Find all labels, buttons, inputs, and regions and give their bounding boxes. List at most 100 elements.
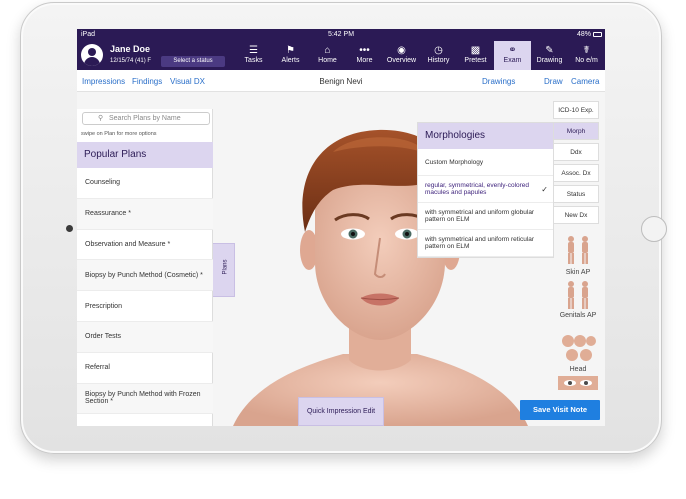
- list-item[interactable]: Reassurance *: [77, 198, 213, 230]
- patient-name: Jane Doe: [110, 44, 151, 54]
- home-icon: ⌂: [324, 45, 331, 56]
- list-item[interactable]: Counseling: [77, 168, 213, 199]
- eyes-icon: [558, 376, 598, 390]
- body-figure-icon: [568, 236, 588, 264]
- status-select[interactable]: Select a status: [161, 56, 225, 67]
- skin-ap-thumbnail[interactable]: [558, 234, 598, 266]
- status-bar: iPad 5:42 PM 48%: [77, 29, 605, 41]
- status-button[interactable]: Status: [553, 185, 599, 203]
- head-label: Head: [569, 366, 587, 373]
- popular-plans-header: Popular Plans: [77, 142, 213, 168]
- head-icon: [562, 335, 596, 361]
- search-icon: ⚲: [98, 115, 104, 122]
- plans-drawer-tab[interactable]: Plans: [213, 243, 235, 297]
- genitals-ap-thumbnail[interactable]: [558, 279, 598, 311]
- list-item[interactable]: Biopsy by Punch Method (Cosmetic) *: [77, 260, 213, 292]
- quick-impression-edit-button[interactable]: Quick Impression Edit: [298, 397, 384, 426]
- list-item[interactable]: Biopsy by Punch Method with Frozen Secti…: [77, 383, 213, 415]
- avatar[interactable]: [81, 44, 103, 66]
- new-dx-button[interactable]: New Dx: [553, 206, 599, 224]
- list-item[interactable]: Referral: [77, 353, 213, 384]
- ddx-button[interactable]: Ddx: [553, 143, 599, 161]
- draw-link[interactable]: Draw: [544, 77, 563, 86]
- list-item[interactable]: regular, symmetrical, evenly-colored mac…: [418, 176, 553, 203]
- drawings-link[interactable]: Drawings: [482, 77, 515, 86]
- plans-tab-label: Plans: [222, 259, 229, 275]
- list-item[interactable]: Prescription: [77, 291, 213, 322]
- more-icon: •••: [359, 45, 370, 56]
- swipe-hint: swipe on Plan for more options: [81, 131, 157, 137]
- person-icon: ◉: [397, 45, 406, 56]
- nav-history[interactable]: ◷ History: [420, 41, 457, 70]
- assoc-dx-button[interactable]: Assoc. Dx: [553, 164, 599, 182]
- pen-icon: ✎: [545, 45, 554, 56]
- list-item[interactable]: with symmetrical and uniform reticular p…: [418, 230, 553, 257]
- morphologies-panel: Morphologies Custom Morphology regular, …: [417, 122, 554, 258]
- front-camera: [66, 225, 73, 232]
- nav-tasks[interactable]: ☰ Tasks: [235, 41, 272, 70]
- nav-label: Overview: [386, 57, 417, 64]
- nav-label: Pretest: [464, 57, 487, 64]
- right-toolbar: ICD-10 Exp. Morph Ddx Assoc. Dx Status N…: [553, 101, 599, 227]
- icd10-button[interactable]: ICD-10 Exp.: [553, 101, 599, 119]
- clipboard-icon: ▩: [470, 45, 481, 56]
- app-screen: iPad 5:42 PM 48% Jane Doe 12/15/74 (41) …: [77, 29, 605, 426]
- morph-label: with symmetrical and uniform globular pa…: [425, 209, 535, 223]
- plans-panel: ⚲ Search Plans by Name swipe on Plan for…: [77, 109, 213, 426]
- nav-more[interactable]: ••• More: [346, 41, 383, 70]
- clock-icon: ◷: [434, 45, 443, 56]
- findings-link[interactable]: Findings: [132, 77, 162, 86]
- list-icon: ☰: [249, 45, 258, 56]
- impressions-link[interactable]: Impressions: [82, 77, 125, 86]
- nav-exam[interactable]: ⚭ Exam: [494, 41, 531, 70]
- genitals-ap-label: Genitals AP: [559, 312, 597, 319]
- skin-ap-label: Skin AP: [565, 269, 591, 276]
- battery-icon: [593, 32, 602, 37]
- morph-label: regular, symmetrical, evenly-colored mac…: [425, 182, 530, 196]
- list-item[interactable]: Order Tests: [77, 321, 213, 353]
- morphologies-header: Morphologies: [418, 123, 553, 149]
- list-item[interactable]: Observation and Measure *: [77, 230, 213, 261]
- stethoscope-icon: ⚭: [508, 45, 517, 56]
- checkmark-icon: ✓: [541, 185, 548, 194]
- save-visit-note-button[interactable]: Save Visit Note: [520, 400, 600, 420]
- morph-button[interactable]: Morph: [553, 122, 599, 140]
- nav-label: More: [356, 57, 373, 64]
- nav-alerts[interactable]: ⚑ Alerts: [272, 41, 309, 70]
- avatar-body-shape: [84, 57, 100, 66]
- body-figure-icon: [568, 281, 588, 309]
- plan-list: Counseling Reassurance * Observation and…: [77, 168, 213, 415]
- body-region-thumbnails: Skin AP Genitals AP Head: [558, 234, 598, 390]
- nav-overview[interactable]: ◉ Overview: [383, 41, 420, 70]
- head-thumbnail[interactable]: [558, 331, 598, 363]
- home-hardware-button[interactable]: [641, 216, 667, 242]
- search-placeholder: Search Plans by Name: [109, 115, 181, 122]
- nav-label: History: [427, 57, 450, 64]
- nav-label: No e/m: [575, 57, 598, 64]
- exam-subheader: Benign Nevi Impressions Findings Visual …: [77, 70, 605, 92]
- main-nav: ☰ Tasks ⚑ Alerts ⌂ Home ••• More ◉ Overv…: [235, 41, 605, 70]
- morph-label: with symmetrical and uniform reticular p…: [425, 236, 535, 250]
- clock: 5:42 PM: [327, 31, 355, 38]
- nav-home[interactable]: ⌂ Home: [309, 41, 346, 70]
- plans-search-input[interactable]: ⚲ Search Plans by Name: [82, 112, 210, 125]
- nav-label: Exam: [503, 57, 522, 64]
- eyes-thumbnail[interactable]: [558, 376, 598, 390]
- nav-label: Alerts: [281, 57, 300, 64]
- app-header: Jane Doe 12/15/74 (41) F Select a status…: [77, 41, 605, 70]
- list-item[interactable]: with symmetrical and uniform globular pa…: [418, 203, 553, 230]
- nav-drawing[interactable]: ✎ Drawing: [531, 41, 568, 70]
- nav-no-em[interactable]: ☤ No e/m: [568, 41, 605, 70]
- patient-info: 12/15/74 (41) F: [110, 58, 152, 64]
- nav-pretest[interactable]: ▩ Pretest: [457, 41, 494, 70]
- avatar-head-shape: [88, 48, 96, 56]
- nav-label: Tasks: [244, 57, 263, 64]
- nav-label: Drawing: [536, 57, 563, 64]
- morph-label: Custom Morphology: [425, 158, 484, 166]
- visual-dx-link[interactable]: Visual DX: [170, 77, 205, 86]
- caduceus-icon: ☤: [583, 45, 590, 56]
- nav-label: Home: [318, 57, 337, 64]
- battery-percent: 48%: [576, 31, 591, 38]
- camera-link[interactable]: Camera: [571, 77, 599, 86]
- list-item[interactable]: Custom Morphology: [418, 149, 553, 176]
